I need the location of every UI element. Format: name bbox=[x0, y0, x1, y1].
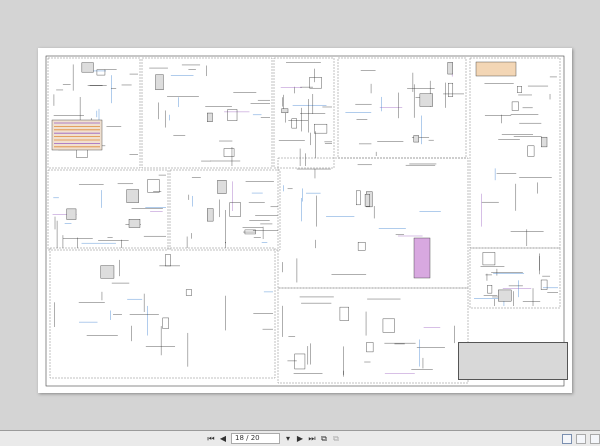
component-box bbox=[294, 353, 306, 370]
component-box bbox=[227, 109, 238, 121]
component-box bbox=[511, 101, 519, 111]
component-box bbox=[357, 242, 366, 251]
component-box bbox=[81, 62, 94, 73]
page-dropdown-icon[interactable]: ▾ bbox=[283, 434, 293, 444]
component-box bbox=[185, 289, 192, 296]
component-box bbox=[96, 69, 106, 76]
connector-block bbox=[413, 237, 431, 279]
wire-color-legend bbox=[51, 119, 103, 151]
schematic-section bbox=[47, 57, 141, 169]
component-box bbox=[100, 265, 115, 279]
facing-view-button[interactable] bbox=[590, 433, 600, 444]
schematic-section bbox=[277, 157, 469, 289]
component-box bbox=[541, 136, 548, 148]
component-box bbox=[366, 342, 374, 353]
component-box bbox=[314, 123, 328, 134]
single-page-view-button[interactable] bbox=[562, 433, 572, 444]
component-box bbox=[66, 208, 77, 220]
component-box bbox=[382, 318, 395, 333]
connector-table bbox=[475, 61, 517, 77]
component-box bbox=[482, 252, 496, 266]
component-box bbox=[223, 148, 235, 157]
paste-icon[interactable]: ⧉ bbox=[331, 434, 341, 444]
next-page-button[interactable]: ▶ bbox=[295, 434, 305, 444]
component-box bbox=[527, 145, 535, 157]
title-block bbox=[458, 342, 568, 380]
schematic-section bbox=[469, 57, 561, 249]
continuous-view-button[interactable] bbox=[576, 433, 586, 444]
schematic-section bbox=[141, 57, 273, 169]
component-box bbox=[517, 86, 522, 93]
component-box bbox=[498, 289, 512, 302]
component-box bbox=[419, 93, 433, 107]
viewer-toolbar: ⏮ ◀ 18 / 20 ▾ ▶ ⏭ ⧉ ⧉ bbox=[0, 430, 600, 446]
component-box bbox=[447, 62, 453, 75]
component-box bbox=[281, 108, 289, 114]
first-page-button[interactable]: ⏮ bbox=[206, 434, 216, 444]
component-box bbox=[128, 219, 141, 228]
schematic-section bbox=[47, 169, 169, 251]
component-box bbox=[309, 77, 322, 89]
component-box bbox=[413, 135, 419, 143]
last-page-button[interactable]: ⏭ bbox=[307, 434, 317, 444]
border bbox=[45, 55, 565, 387]
page-number-input[interactable]: 18 / 20 bbox=[231, 433, 280, 444]
component-box bbox=[487, 285, 493, 294]
schematic-section bbox=[337, 57, 467, 159]
component-box bbox=[291, 118, 297, 129]
schematic-section bbox=[277, 287, 469, 384]
component-box bbox=[162, 317, 169, 329]
component-box bbox=[126, 189, 139, 203]
prev-page-button[interactable]: ◀ bbox=[218, 434, 228, 444]
component-box bbox=[364, 194, 370, 207]
component-box bbox=[339, 306, 349, 321]
component-box bbox=[229, 202, 241, 217]
component-box bbox=[147, 179, 160, 193]
component-box bbox=[356, 190, 361, 206]
copy-icon[interactable]: ⧉ bbox=[319, 434, 329, 444]
component-box bbox=[217, 180, 227, 194]
component-box bbox=[207, 112, 213, 122]
component-box bbox=[165, 254, 171, 267]
component-box bbox=[155, 74, 164, 91]
document-viewport[interactable] bbox=[0, 0, 600, 430]
pdf-page bbox=[38, 48, 572, 393]
schematic-section bbox=[469, 247, 561, 309]
schematic-section bbox=[49, 247, 276, 379]
component-box bbox=[448, 82, 454, 97]
component-box bbox=[207, 208, 214, 222]
component-box bbox=[540, 279, 548, 290]
